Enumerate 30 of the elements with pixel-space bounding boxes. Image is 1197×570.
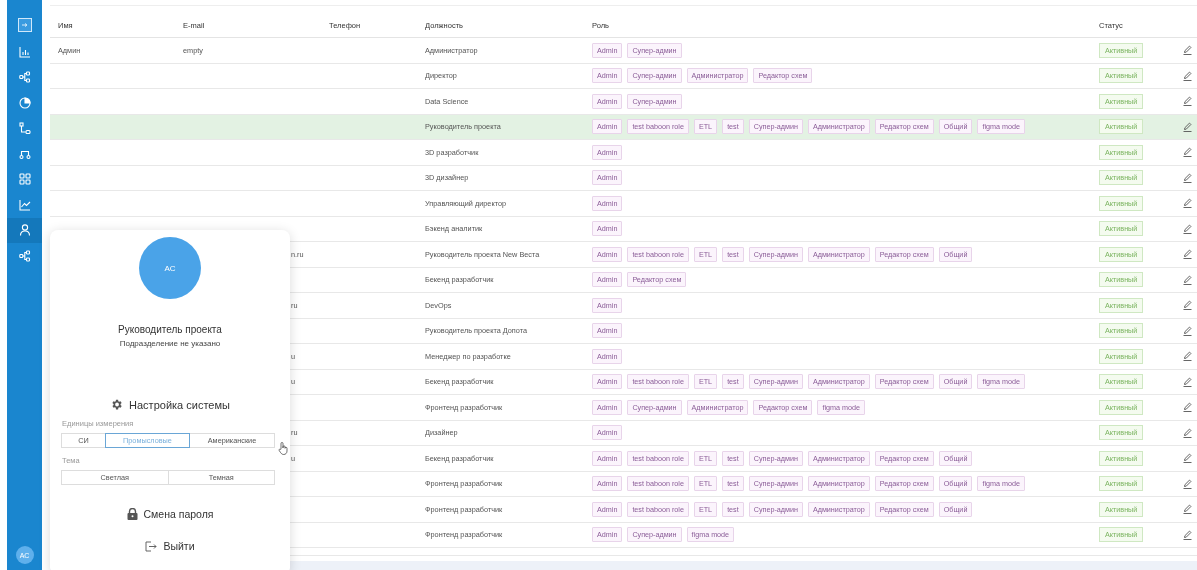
- profile-avatar: AC: [139, 237, 201, 299]
- edit-icon[interactable]: [1183, 402, 1192, 413]
- edit-icon[interactable]: [1183, 376, 1192, 387]
- edit-icon[interactable]: [1183, 274, 1192, 285]
- settings-title: Настройка системы: [129, 398, 230, 411]
- edit-icon[interactable]: [1183, 427, 1192, 438]
- edit-icon[interactable]: [1183, 478, 1192, 489]
- edit-icon[interactable]: [1183, 172, 1192, 183]
- edit-icon[interactable]: [1183, 121, 1192, 132]
- edit-icon[interactable]: [1183, 223, 1192, 234]
- edit-icon[interactable]: [1183, 504, 1192, 515]
- arrow-icon: [21, 23, 28, 27]
- edit-icon[interactable]: [1183, 70, 1192, 81]
- logout-icon: [145, 540, 158, 552]
- edit-icon[interactable]: [1183, 147, 1192, 158]
- edit-icon[interactable]: [1183, 249, 1192, 260]
- edit-icon[interactable]: [1183, 300, 1192, 311]
- user-nav-icon[interactable]: [7, 217, 42, 243]
- edit-icon[interactable]: [1183, 325, 1192, 336]
- change-password-button[interactable]: Смена пароля: [123, 505, 217, 523]
- edit-icon[interactable]: [1183, 96, 1192, 107]
- edit-icon[interactable]: [1183, 45, 1192, 56]
- expand-button[interactable]: [17, 18, 32, 32]
- lock-icon: [126, 508, 138, 520]
- edit-icon[interactable]: [1183, 529, 1192, 540]
- edit-icon[interactable]: [1183, 351, 1192, 362]
- settings-icon: [110, 398, 124, 411]
- profile-role: Руководитель проекта: [118, 324, 222, 335]
- edit-icon[interactable]: [1183, 198, 1192, 209]
- edit-icon[interactable]: [1183, 453, 1192, 464]
